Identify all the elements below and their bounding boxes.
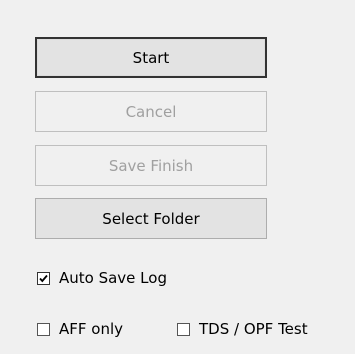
checkbox-unchecked-icon[interactable] <box>177 322 190 336</box>
auto-save-log-label: Auto Save Log <box>59 269 167 287</box>
tds-opf-test-checkbox[interactable]: TDS / OPF Test <box>177 320 308 338</box>
cancel-button: Cancel <box>35 91 267 132</box>
tds-opf-test-label: TDS / OPF Test <box>199 320 308 338</box>
auto-save-log-checkbox[interactable]: Auto Save Log <box>37 269 167 287</box>
checkbox-unchecked-icon[interactable] <box>37 322 50 336</box>
aff-only-label: AFF only <box>59 320 124 338</box>
start-button[interactable]: Start <box>35 37 267 78</box>
checkbox-checked-icon[interactable] <box>37 271 50 285</box>
select-folder-button[interactable]: Select Folder <box>35 198 267 239</box>
aff-only-checkbox[interactable]: AFF only <box>37 320 123 338</box>
save-finish-button: Save Finish <box>35 145 267 186</box>
